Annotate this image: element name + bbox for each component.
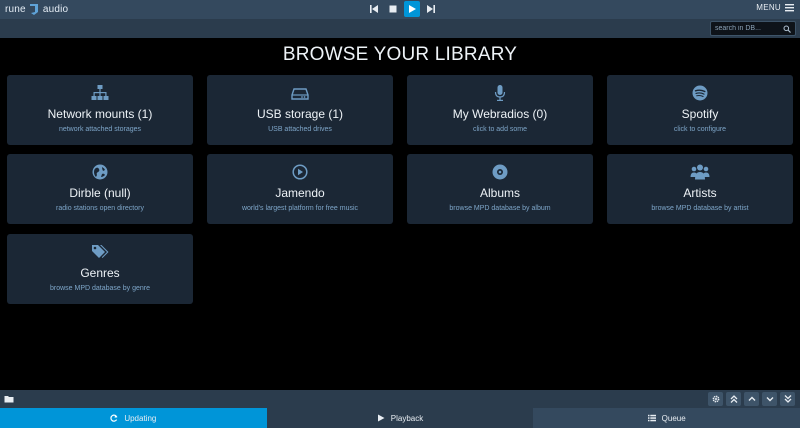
tile-title: Spotify [681,107,719,121]
tile-title: Network mounts (1) [47,107,153,121]
tags-icon [92,245,109,258]
tile-title: Genres [80,266,120,280]
tile-subtitle: radio stations open directory [56,205,144,212]
tile-my-webradios[interactable]: My Webradios (0) click to add some [407,75,593,145]
chevron-up-icon [748,396,755,401]
tile-artists[interactable]: Artists browse MPD database by artist [607,154,793,224]
search-box[interactable] [710,21,796,36]
bottom-tabs: Updating Playback Queue [0,408,800,428]
scroll-down-button[interactable] [762,392,777,406]
microphone-icon [494,85,506,101]
tab-label: Queue [661,413,686,423]
rune-audio-logo[interactable]: rune audio [5,2,68,17]
tile-subtitle: USB attached drives [268,126,332,133]
menu-label: MENU [756,3,781,12]
disc-icon [492,164,508,180]
users-icon [690,164,710,180]
play-icon [377,414,385,422]
play-button[interactable] [404,1,420,17]
transport-controls [366,1,439,17]
next-icon [427,5,435,13]
tile-title: Artists [683,186,717,200]
stop-button[interactable] [385,1,401,17]
tile-title: Jamendo [275,186,325,200]
tile-subtitle: browse MPD database by artist [651,205,749,212]
tile-network-mounts[interactable]: Network mounts (1) network attached stor… [7,75,193,145]
tile-subtitle: network attached storages [58,126,142,133]
tile-subtitle: click to configure [673,126,727,133]
play-circle-icon [292,164,308,180]
next-button[interactable] [423,1,439,17]
tile-title: Albums [479,186,520,200]
stop-icon [389,5,397,13]
hard-drive-icon [291,88,309,100]
globe-icon [92,164,108,180]
previous-icon [370,5,378,13]
tile-subtitle: browse MPD database by genre [50,285,150,292]
tile-usb-storage[interactable]: USB storage (1) USB attached drives [207,75,393,145]
double-chevron-down-icon [784,395,791,403]
tile-title: USB storage (1) [256,107,344,121]
toolbar-buttons [708,392,795,406]
tab-library[interactable]: Updating [0,408,267,428]
double-chevron-up-icon [730,395,737,403]
refresh-icon [110,414,118,422]
scroll-top-button[interactable] [726,392,741,406]
scroll-up-button[interactable] [744,392,759,406]
tile-dirble[interactable]: Dirble (null) radio stations open direct… [7,154,193,224]
menu-button[interactable]: MENU [756,3,794,12]
top-bar: rune audio MENU [0,0,800,19]
rune-logo-icon [29,4,38,15]
search-input[interactable] [715,22,777,35]
tile-jamendo[interactable]: Jamendo world's largest platform for fre… [207,154,393,224]
tile-genres[interactable]: Genres browse MPD database by genre [7,234,193,304]
settings-button[interactable] [708,392,723,406]
spotify-icon [692,85,708,101]
tile-albums[interactable]: Albums browse MPD database by album [407,154,593,224]
tab-queue[interactable]: Queue [533,408,800,428]
tab-label: Playback [390,413,424,423]
page-title: BROWSE YOUR LIBRARY [282,44,518,65]
tile-subtitle: click to add some [472,126,528,133]
tile-title: My Webradios (0) [452,107,548,121]
gear-icon [712,395,719,403]
bottom-toolbar [0,390,800,408]
previous-button[interactable] [366,1,382,17]
tab-playback[interactable]: Playback [266,408,534,428]
list-icon [647,414,656,422]
folder-icon[interactable] [4,394,14,404]
tab-label: Updating [124,413,157,423]
search-icon[interactable] [783,25,791,33]
search-bar [0,19,800,38]
tile-title: Dirble (null) [69,186,131,200]
tile-subtitle: world's largest platform for free music [241,205,359,212]
chevron-down-icon [766,397,773,402]
play-icon [409,5,416,13]
tile-subtitle: browse MPD database by album [449,205,551,212]
logo-text-left: rune [5,4,26,15]
tile-spotify[interactable]: Spotify click to configure [607,75,793,145]
network-icon [91,85,109,100]
hamburger-icon [785,4,794,12]
logo-text-right: audio [42,4,69,15]
scroll-bottom-button[interactable] [780,392,795,406]
